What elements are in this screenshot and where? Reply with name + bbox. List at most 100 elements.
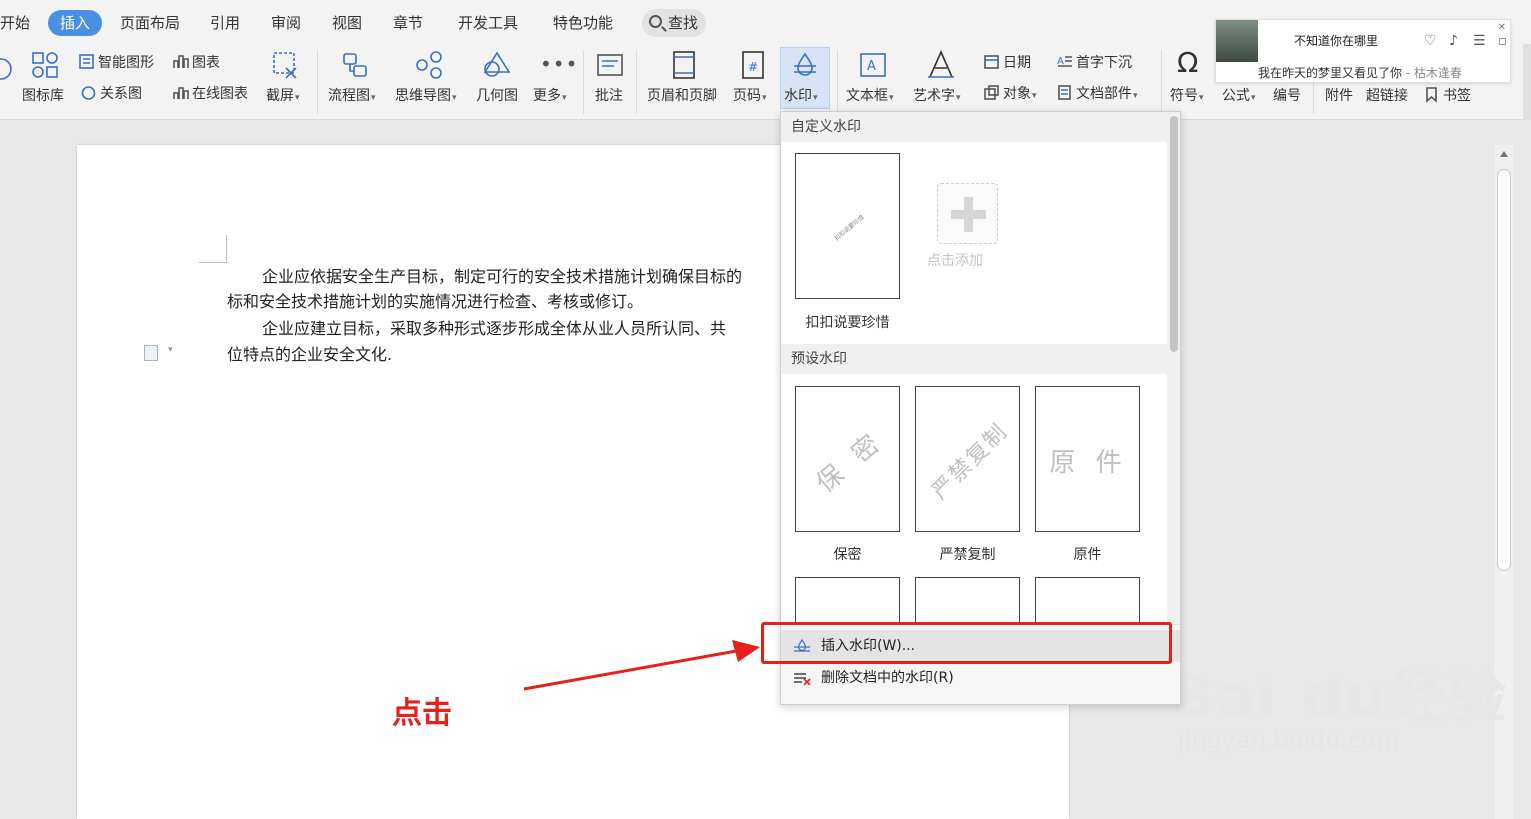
- lyric-line: 我在昨天的梦里又看见了你 - 枯木逢春: [1258, 66, 1462, 80]
- screenshot-icon: [273, 52, 297, 79]
- relation-chart-button[interactable]: 关系图: [80, 84, 142, 104]
- doc-parts-button[interactable]: 文档部件▾: [1056, 84, 1138, 106]
- attachment-button[interactable]: 附件: [1325, 86, 1353, 106]
- drop-cap-button[interactable]: A 首字下沉: [1056, 53, 1132, 73]
- drop-cap-icon: A: [1057, 56, 1072, 67]
- svg-text:#: #: [748, 60, 758, 74]
- formula-button[interactable]: 公式▾: [1222, 86, 1256, 108]
- icon-library-icon: [32, 52, 58, 78]
- paragraph-2-line-1: 企业应建立目标，采取多种形式逐步形成全体从业人员所认同、共: [262, 319, 727, 338]
- relation-chart-icon: [81, 86, 96, 100]
- svg-text:A: A: [867, 59, 876, 74]
- bookmark-button[interactable]: 书签: [1423, 86, 1471, 106]
- delete-watermark-icon: [794, 673, 811, 685]
- formula-label: 公式: [1222, 88, 1250, 104]
- textbox-icon: A: [860, 53, 886, 77]
- numbering-button[interactable]: 编号: [1273, 86, 1301, 106]
- online-chart-button[interactable]: 在线图表: [172, 84, 248, 104]
- object-label: 对象: [1003, 86, 1031, 102]
- flowchart-label: 流程图▾: [328, 88, 376, 104]
- hyperlink-button[interactable]: 超链接: [1366, 86, 1408, 106]
- watermark-label: 水印▾: [784, 88, 818, 104]
- watermark-dropdown-menu: 自定义水印 扣扣说要珍惜 扣扣说要珍惜 点击添加 预设水印 保 密 保密 严禁复…: [780, 111, 1181, 705]
- preset-watermark-no-copy[interactable]: 严禁复制: [915, 386, 1020, 532]
- song-title: 不知道你在哪里: [1294, 34, 1379, 48]
- doc-parts-icon: [1058, 85, 1071, 100]
- preset-label: 保密: [833, 547, 862, 563]
- chart-button[interactable]: 图表: [172, 53, 220, 73]
- chart-icon: [173, 55, 189, 68]
- preset-watermark-confidential[interactable]: 保 密: [795, 386, 900, 532]
- comment-icon: [597, 54, 623, 76]
- date-label: 日期: [1003, 55, 1031, 71]
- chevron-down-icon[interactable]: ▾: [168, 345, 173, 355]
- smart-shape-label: 智能图形: [98, 55, 154, 71]
- heart-icon[interactable]: ♡: [1424, 33, 1437, 49]
- scrollbar-thumb[interactable]: [1497, 169, 1511, 571]
- smart-shape-button[interactable]: 智能图形: [78, 53, 154, 73]
- date-button[interactable]: 日期: [983, 53, 1031, 73]
- preset-preview-text: 保 密: [810, 425, 890, 499]
- header-footer-label: 页眉和页脚: [647, 88, 717, 104]
- tab-chapter[interactable]: 章节: [393, 10, 423, 36]
- tab-review[interactable]: 审阅: [271, 10, 301, 36]
- chart-label: 图表: [192, 55, 220, 71]
- custom-watermark-preview-text: 扣扣说要珍惜: [833, 213, 866, 243]
- preset-preview-text: 原 件: [1049, 447, 1128, 478]
- tab-special-features[interactable]: 特色功能: [553, 10, 613, 36]
- ribbon-separator: [1161, 50, 1162, 114]
- paragraph-1-line-1: 企业应依据安全生产目标，制定可行的安全技术措施计划确保目标的: [262, 267, 743, 286]
- mindmap-icon: [416, 51, 442, 79]
- volume-icon[interactable]: ♪: [1449, 33, 1458, 49]
- paragraph-1-line-2: 标和安全技术措施计划的实施情况进行检查、考核或修订。: [227, 292, 644, 311]
- comment-label: 批注: [595, 88, 623, 104]
- dropdown-scrollbar-thumb[interactable]: [1170, 116, 1178, 352]
- ribbon-separator: [317, 50, 318, 114]
- search-button[interactable]: 查找: [642, 9, 706, 37]
- icon-library-label: 图标库: [22, 88, 64, 104]
- baidu-jingyan-watermark: Bai du经验 jingyan.baidu.com: [1170, 663, 1509, 754]
- preset-watermark-section-title: 预设水印: [781, 344, 1167, 374]
- pin-icon[interactable]: [1499, 38, 1506, 45]
- watermark-button[interactable]: 水印▾: [780, 47, 830, 109]
- tab-references[interactable]: 引用: [210, 10, 240, 36]
- paragraph-menu-icon[interactable]: [144, 345, 158, 361]
- custom-watermark-thumbnail[interactable]: 扣扣说要珍惜: [795, 153, 900, 299]
- bookmark-label: 书签: [1443, 88, 1471, 104]
- custom-watermark-label: 扣扣说要珍惜: [805, 315, 890, 331]
- dropdown-scrollbar[interactable]: [1167, 112, 1180, 624]
- object-button[interactable]: 对象▾: [983, 84, 1037, 106]
- preset-preview-text: 严禁复制: [927, 418, 1014, 505]
- delete-watermark-label: 删除文档中的水印(R): [821, 670, 954, 686]
- tab-insert[interactable]: 插入: [48, 10, 103, 36]
- tab-home[interactable]: 开始: [0, 10, 30, 36]
- mindmap-label: 思维导图▾: [395, 88, 457, 104]
- header-footer-icon: [673, 51, 695, 79]
- delete-watermark-menu-item[interactable]: 删除文档中的水印(R): [781, 662, 1180, 694]
- textbox-label: 文本框▾: [846, 88, 894, 104]
- window-edge: [1523, 44, 1531, 120]
- wordart-label: 艺术字▾: [913, 88, 961, 104]
- tab-page-layout[interactable]: 页面布局: [120, 10, 180, 36]
- scroll-up-icon[interactable]: [1500, 151, 1508, 157]
- ribbon-separator: [636, 50, 637, 114]
- tab-view[interactable]: 视图: [332, 10, 362, 36]
- shape-icon: [0, 58, 12, 80]
- bookmark-icon: [1426, 87, 1437, 103]
- music-player-widget[interactable]: 不知道你在哪里 ♡ ♪ ☰ ✕ 我在昨天的梦里又看见了你 - 枯木逢春: [1215, 19, 1511, 83]
- annotation-arrow: [523, 640, 760, 691]
- search-icon: [649, 15, 662, 28]
- close-icon[interactable]: ✕: [1498, 22, 1506, 33]
- geometry-label: 几何图: [476, 88, 518, 104]
- screenshot-label: 截屏▾: [266, 88, 300, 104]
- flowchart-icon: [343, 53, 367, 77]
- drop-cap-label: 首字下沉: [1076, 55, 1132, 71]
- ribbon-separator: [837, 50, 838, 114]
- preset-watermark-original[interactable]: 原 件: [1035, 386, 1140, 532]
- add-watermark-button[interactable]: [937, 183, 998, 244]
- object-icon: [984, 85, 999, 100]
- relation-chart-label: 关系图: [100, 86, 142, 102]
- tab-developer[interactable]: 开发工具: [458, 10, 518, 36]
- playlist-icon[interactable]: ☰: [1473, 33, 1486, 49]
- margin-corner-mark: [199, 235, 227, 263]
